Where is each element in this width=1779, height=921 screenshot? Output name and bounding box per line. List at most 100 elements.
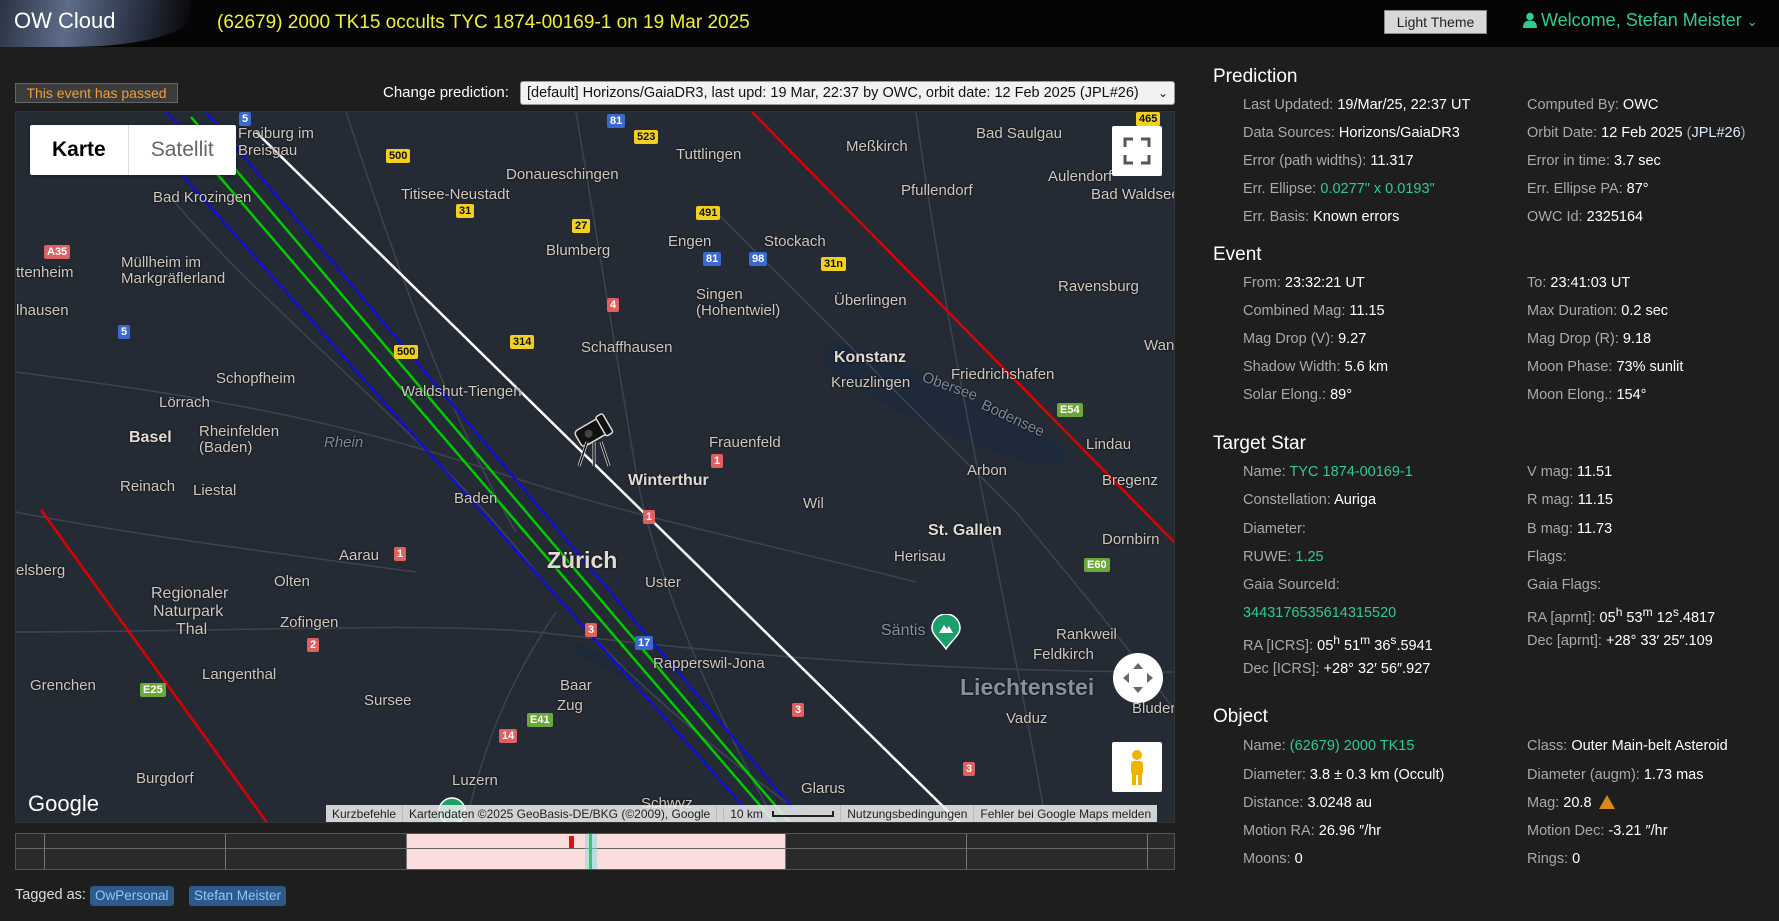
warning-icon[interactable] xyxy=(1598,795,1615,809)
distance-row: Distance: 3.0248 au xyxy=(1243,795,1372,811)
map-label: Bad Waldsee xyxy=(1091,186,1175,203)
dec-icrs-row: Dec [ICRS]: +28° 32′ 56″.927 xyxy=(1243,661,1431,677)
map-label: Überlingen xyxy=(834,292,907,309)
map-label: Wil xyxy=(803,495,824,512)
map-type-control[interactable]: Karte Satellit xyxy=(30,125,236,175)
orbit-jpl-link[interactable]: JPL#26 xyxy=(1691,125,1740,141)
moons-row: Moons: 0 xyxy=(1243,851,1303,867)
map-type-map-button[interactable]: Karte xyxy=(30,125,129,175)
gaia-source-link[interactable]: 3443176535614315520 xyxy=(1243,605,1396,621)
map-label: Uster xyxy=(645,574,681,591)
map-label: Baden xyxy=(454,490,498,507)
map-label: Sursee xyxy=(364,692,412,709)
motion-dec-row: Motion Dec: -3.21 ″/hr xyxy=(1527,823,1668,839)
map-label: Meßkirch xyxy=(846,138,908,155)
object-section-title: Object xyxy=(1213,706,1268,727)
event-passed-badge: This event has passed xyxy=(15,83,178,103)
road-badge: E54 xyxy=(1057,403,1083,417)
road-badge: A35 xyxy=(44,245,71,259)
map-label: Säntis xyxy=(881,622,926,639)
map-label: Feldkirch xyxy=(1033,646,1094,663)
map-label: Thal xyxy=(176,621,208,638)
target-star-section-title: Target Star xyxy=(1213,433,1306,454)
ra-aprnt-row: RA [aprnt]: 05h 53m 12s.4817 xyxy=(1527,605,1716,626)
map-type-satellite-button[interactable]: Satellit xyxy=(129,125,236,175)
map-label: Schopfheim xyxy=(216,370,296,387)
rings-row: Rings: 0 xyxy=(1527,851,1581,867)
map-label: Rankweil xyxy=(1056,626,1117,643)
street-view-pegman-button[interactable] xyxy=(1112,742,1162,792)
road-badge: 4 xyxy=(607,298,620,312)
map-label: Winterthur xyxy=(628,472,709,489)
map-label: Bad Krozingen xyxy=(153,189,252,206)
map-label: Müllheim im Markgräflerland xyxy=(121,254,226,287)
object-name-row: Name: (62679) 2000 TK15 xyxy=(1243,738,1415,754)
road-badge: 1 xyxy=(394,547,407,561)
welcome-user-menu[interactable]: Welcome, Stefan Meister ⌄ xyxy=(1523,10,1758,31)
timeline-event-line xyxy=(589,834,592,869)
map-attribution-bar: Kurzbefehle Kartendaten ©2025 GeoBasis-D… xyxy=(326,805,1158,822)
timeline-current-marker[interactable] xyxy=(569,836,574,848)
change-prediction-label: Change prediction: xyxy=(383,84,509,101)
road-badge: 14 xyxy=(499,729,518,743)
shadow-width-row: Shadow Width: 5.6 km xyxy=(1243,359,1389,375)
fullscreen-button[interactable] xyxy=(1112,126,1162,176)
prediction-select[interactable]: [default] Horizons/GaiaDR3, last upd: 19… xyxy=(520,81,1175,105)
map-label: Zug xyxy=(557,697,583,714)
keyboard-shortcuts-link[interactable]: Kurzbefehle xyxy=(326,805,402,822)
event-timeline[interactable] xyxy=(15,833,1175,870)
map-label: Liestal xyxy=(193,482,237,499)
mountain-marker-icon[interactable] xyxy=(931,614,961,650)
prediction-select-value[interactable]: [default] Horizons/GaiaDR3, last upd: 19… xyxy=(527,85,1139,101)
solar-elong-row: Solar Elong.: 89° xyxy=(1243,387,1352,403)
road-badge: 81 xyxy=(703,252,722,266)
chevron-down-icon[interactable]: ⌄ xyxy=(1747,14,1758,29)
light-theme-button[interactable]: Light Theme xyxy=(1384,10,1487,34)
centre-line xyxy=(255,131,961,822)
map-label: Stockach xyxy=(764,233,826,250)
data-sources-row: Data Sources: Horizons/GaiaDR3 xyxy=(1243,125,1460,141)
timeline-tick xyxy=(406,834,407,869)
telescope-marker-icon[interactable] xyxy=(569,408,619,468)
road-badge: E60 xyxy=(1084,558,1110,572)
logo[interactable]: OW Cloud xyxy=(0,0,190,47)
event-title: (62679) 2000 TK15 occults TYC 1874-00169… xyxy=(217,12,750,33)
tags-label: Tagged as: xyxy=(15,887,86,903)
star-name-link[interactable]: TYC 1874-00169-1 xyxy=(1290,464,1413,480)
welcome-text[interactable]: Welcome, Stefan Meister xyxy=(1541,10,1742,30)
map-label: Blumberg xyxy=(546,242,611,259)
map-label: Lindau xyxy=(1086,436,1132,453)
map-label: Olten xyxy=(274,573,310,590)
map-label: Friedrichshafen xyxy=(951,366,1055,383)
terms-link[interactable]: Nutzungsbedingungen xyxy=(840,805,973,822)
tag-stefan-meister[interactable]: Stefan Meister xyxy=(189,886,287,906)
road-badge: 500 xyxy=(386,149,411,163)
motion-ra-row: Motion RA: 26.96 ″/hr xyxy=(1243,823,1382,839)
map-label: Singen (Hohentwiel) xyxy=(696,286,781,319)
map-label: Naturpark xyxy=(153,603,224,620)
tag-owpersonal[interactable]: OwPersonal xyxy=(90,886,174,906)
error-time-row: Error in time: 3.7 sec xyxy=(1527,153,1661,169)
map-label: Reinach xyxy=(120,478,176,495)
chevron-down-icon[interactable]: ⌄ xyxy=(1158,82,1168,104)
header: OW Cloud (62679) 2000 TK15 occults TYC 1… xyxy=(0,0,1779,47)
pan-control-button[interactable] xyxy=(1113,653,1163,703)
logo-text[interactable]: OW Cloud xyxy=(14,8,115,34)
last-updated-row: Last Updated: 19/Mar/25, 22:37 UT xyxy=(1243,97,1471,113)
map-label: Kreuzlingen xyxy=(831,374,911,391)
shadow-edge-north xyxy=(190,116,791,822)
map-label: lhausen xyxy=(16,302,69,319)
road-badge: 491 xyxy=(696,206,721,220)
map-label: Baar xyxy=(560,677,592,694)
report-error-link[interactable]: Fehler bei Google Maps melden xyxy=(973,805,1157,822)
star-name-row: Name: TYC 1874-00169-1 xyxy=(1243,464,1413,480)
google-logo[interactable]: Google xyxy=(28,791,99,817)
moon-phase-row: Moon Phase: 73% sunlit xyxy=(1527,359,1684,375)
road-badge: 5 xyxy=(118,325,131,339)
map[interactable]: Freiburg im Breisgau Bad Krozingen Müllh… xyxy=(15,111,1175,823)
map-scale[interactable]: 10 km xyxy=(716,805,840,822)
map-label: ttenheim xyxy=(16,264,74,281)
mag-drop-v-row: Mag Drop (V): 9.27 xyxy=(1243,331,1367,347)
road-badge: 98 xyxy=(749,252,768,266)
object-name-link[interactable]: (62679) 2000 TK15 xyxy=(1290,738,1415,754)
